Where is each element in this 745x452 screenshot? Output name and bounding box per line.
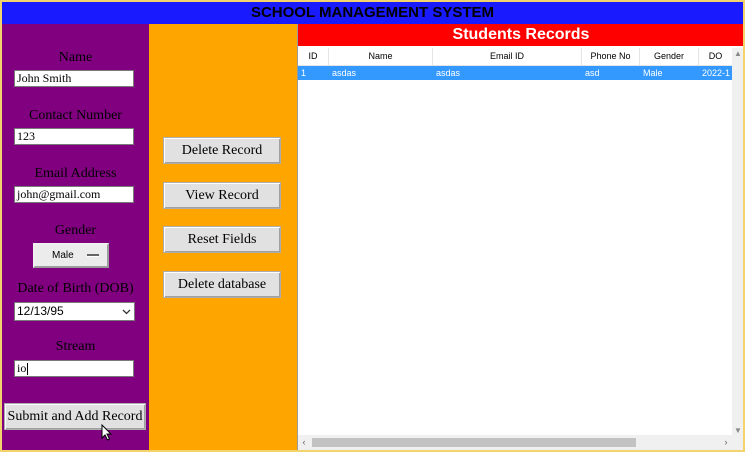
stream-label: Stream bbox=[55, 339, 96, 354]
email-address-label: Email Address bbox=[34, 166, 117, 181]
cell-name: asdas bbox=[332, 68, 357, 78]
records-title: Students Records bbox=[298, 24, 743, 46]
email-address-field[interactable]: john@gmail.com bbox=[14, 186, 134, 203]
cell-gender: Male bbox=[643, 68, 663, 78]
column-header-dob[interactable]: DO bbox=[699, 48, 732, 65]
text-cursor bbox=[27, 363, 29, 376]
student-form-panel: Name John Smith Contact Number 123 Email… bbox=[2, 24, 149, 450]
view-record-button[interactable]: View Record bbox=[163, 182, 281, 209]
column-header-phone[interactable]: Phone No bbox=[582, 48, 640, 65]
app-title: SCHOOL MANAGEMENT SYSTEM bbox=[2, 2, 743, 24]
reset-fields-button[interactable]: Reset Fields bbox=[163, 226, 281, 253]
records-panel: Students Records ID Name Email ID Phone … bbox=[297, 24, 743, 450]
option-menu-indicator-icon bbox=[87, 254, 99, 257]
dob-value: 12/13/95 bbox=[17, 304, 64, 318]
stream-value: io bbox=[17, 361, 27, 375]
table-row[interactable]: 1 asdas asdas asd Male 2022-1 bbox=[298, 66, 732, 80]
dob-label: Date of Birth (DOB) bbox=[17, 281, 134, 296]
actions-panel: Delete Record View Record Reset Fields D… bbox=[149, 24, 297, 450]
horizontal-scroll-thumb[interactable] bbox=[312, 438, 636, 447]
cell-phone: asd bbox=[585, 68, 600, 78]
name-field[interactable]: John Smith bbox=[14, 70, 134, 87]
scrollbar-corner bbox=[732, 435, 743, 450]
column-header-email[interactable]: Email ID bbox=[433, 48, 582, 65]
name-label: Name bbox=[58, 50, 93, 65]
vertical-scrollbar[interactable]: ▲ ▼ bbox=[732, 48, 743, 437]
cell-dob: 2022-1 bbox=[702, 68, 731, 78]
scroll-left-icon[interactable]: ‹ bbox=[298, 435, 310, 450]
contact-number-field[interactable]: 123 bbox=[14, 128, 134, 145]
chevron-down-icon[interactable] bbox=[122, 303, 131, 326]
records-table-header: ID Name Email ID Phone No Gender DO bbox=[298, 48, 732, 66]
column-header-gender[interactable]: Gender bbox=[640, 48, 699, 65]
gender-label: Gender bbox=[54, 223, 97, 238]
horizontal-scrollbar[interactable]: ‹ › bbox=[298, 435, 732, 450]
scroll-right-icon[interactable]: › bbox=[720, 435, 732, 450]
scroll-up-icon[interactable]: ▲ bbox=[732, 48, 743, 60]
submit-add-record-button[interactable]: Submit and Add Record bbox=[4, 403, 146, 430]
gender-option-menu[interactable]: Male bbox=[33, 243, 109, 268]
column-header-name[interactable]: Name bbox=[329, 48, 433, 65]
delete-record-button[interactable]: Delete Record bbox=[163, 137, 281, 164]
dob-date-picker[interactable]: 12/13/95 bbox=[14, 302, 135, 321]
contact-number-label: Contact Number bbox=[29, 108, 122, 123]
delete-database-button[interactable]: Delete database bbox=[163, 271, 281, 298]
stream-field[interactable]: io bbox=[14, 360, 134, 377]
app-window: SCHOOL MANAGEMENT SYSTEM Name John Smith… bbox=[2, 2, 743, 450]
column-header-id[interactable]: ID bbox=[298, 48, 329, 65]
mouse-pointer-icon bbox=[101, 424, 113, 441]
gender-selected-value: Male bbox=[52, 250, 74, 261]
cell-id: 1 bbox=[301, 68, 307, 78]
cell-email: asdas bbox=[436, 68, 461, 78]
